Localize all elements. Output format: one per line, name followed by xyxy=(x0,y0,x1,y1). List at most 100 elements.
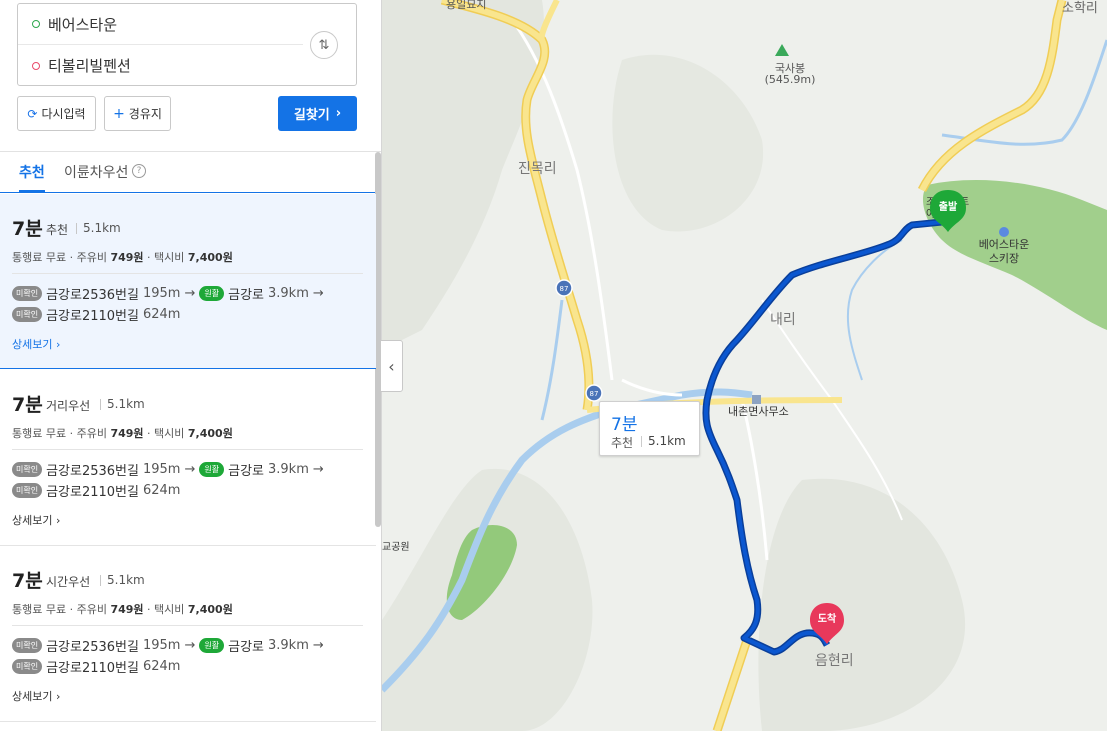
road-segments-line2: 미확인 금강로2110번길 624m xyxy=(12,657,180,676)
chevron-right-icon: › xyxy=(335,106,342,121)
road-segments-line1: 미확인 금강로2536번길 195m → 원활 금강로 3.9km → xyxy=(12,460,324,479)
route-fare: 통행료 무료 · 주유비 749원 · 택시비 7,400원 xyxy=(12,603,233,616)
start-field[interactable]: 베어스타운 xyxy=(18,4,303,45)
start-value: 베어스타운 xyxy=(48,15,118,34)
unverified-badge: 미확인 xyxy=(12,286,43,301)
separator xyxy=(100,575,101,586)
find-route-button[interactable]: 길찾기 › xyxy=(278,96,357,131)
route-type: 추천 xyxy=(46,223,69,237)
route-panel: 베어스타운 티볼리빌펜션 ⇅ ⟳ 다시입력 + 경유지 길찾기 › 추천 이륜차… xyxy=(0,0,382,731)
destination-value: 티볼리빌펜션 xyxy=(48,57,131,75)
stream xyxy=(846,239,903,381)
refresh-icon: ⟳ xyxy=(27,106,38,121)
route-time: 7분 xyxy=(12,394,43,416)
map-label-jinmok: 진목리 xyxy=(518,161,557,177)
separator xyxy=(76,223,77,234)
route-time: 7분 xyxy=(12,570,43,592)
destination-dot-icon xyxy=(32,61,40,70)
road-minor xyxy=(740,399,769,561)
map-view[interactable]: 87 87 용일묘지 소학리 국사봉 (545.9m) 진목리 내리 내촌면사무… xyxy=(382,0,1107,731)
route-87-label: 87 xyxy=(560,285,569,293)
terrain-area xyxy=(612,54,764,232)
tab-two-wheeler[interactable]: 이륜차우선 xyxy=(64,162,128,182)
collapse-panel-button[interactable]: ‹ xyxy=(380,340,403,392)
route-option-tabs: 추천 이륜차우선 ? xyxy=(0,152,376,193)
end-pin-label: 도착 xyxy=(818,612,837,625)
route-distance: 5.1km xyxy=(83,221,121,235)
map-canvas: 87 87 용일묘지 소학리 국사봉 (545.9m) 진목리 내리 내촌면사무… xyxy=(382,0,1107,731)
road-segments-line2: 미확인 금강로2110번길 624m xyxy=(12,481,180,500)
smooth-traffic-badge: 원활 xyxy=(199,286,225,301)
arrow-right-icon: → xyxy=(184,286,196,301)
map-label-office: 내촌면사무소 xyxy=(728,405,789,418)
unverified-badge: 미확인 xyxy=(12,659,43,674)
route-87-label: 87 xyxy=(590,390,599,398)
road-major xyxy=(714,639,750,731)
terrain-area xyxy=(758,478,966,731)
arrow-right-icon: → xyxy=(312,286,324,301)
detail-link[interactable]: 상세보기 › xyxy=(12,512,60,528)
separator xyxy=(100,399,101,410)
road-minor xyxy=(621,378,683,397)
route-input-box: 베어스타운 티볼리빌펜션 ⇅ xyxy=(17,3,357,86)
reset-button[interactable]: ⟳ 다시입력 xyxy=(17,96,96,131)
find-route-label: 길찾기 xyxy=(293,108,330,123)
reset-label: 다시입력 xyxy=(41,107,86,121)
unverified-badge: 미확인 xyxy=(12,638,43,653)
unverified-badge: 미확인 xyxy=(12,307,43,322)
map-label-ski1: 베어스타운 xyxy=(979,238,1030,251)
plus-icon: + xyxy=(113,105,125,122)
chevron-left-icon: ‹ xyxy=(388,356,395,376)
route-type: 시간우선 xyxy=(46,575,91,589)
stream xyxy=(540,299,564,421)
detail-link[interactable]: 상세보기 › xyxy=(12,336,60,352)
tooltip-time: 7분 xyxy=(611,415,638,435)
road-segments-line1: 미확인 금강로2536번길 195m → 원활 금강로 3.9km → xyxy=(12,636,324,655)
separator xyxy=(641,436,642,447)
detail-link[interactable]: 상세보기 › xyxy=(12,688,60,704)
destination-field[interactable]: 티볼리빌펜션 xyxy=(18,45,303,86)
map-label-ski2: 스키장 xyxy=(989,252,1019,265)
tab-recommended[interactable]: 추천 xyxy=(19,162,45,192)
arrow-right-icon: → xyxy=(184,462,196,477)
add-waypoint-button[interactable]: + 경유지 xyxy=(104,96,171,131)
route-distance: 5.1km xyxy=(107,397,145,411)
road-segments-line1: 미확인 금강로2536번길 195m → 원활 금강로 3.9km → xyxy=(12,284,324,303)
map-label-top: 용일묘지 xyxy=(446,0,486,11)
route-card-time[interactable]: 7분 시간우선 5.1km 통행료 무료 · 주유비 749원 · 택시비 7,… xyxy=(0,546,376,722)
office-icon xyxy=(752,395,761,404)
unverified-badge: 미확인 xyxy=(12,462,43,477)
help-icon[interactable]: ? xyxy=(132,164,146,178)
tooltip-type: 추천 xyxy=(611,436,634,450)
map-label-naeri: 내리 xyxy=(770,312,796,328)
start-dot-icon xyxy=(32,20,40,28)
swap-arrows-icon: ⇅ xyxy=(318,37,330,53)
waypoint-label: 경유지 xyxy=(128,107,162,121)
route-summary-tooltip[interactable]: 7분 추천 5.1km xyxy=(599,401,700,456)
route-fare: 통행료 무료 · 주유비 749원 · 택시비 7,400원 xyxy=(12,427,233,440)
road-segments-line2: 미확인 금강로2110번길 624m xyxy=(12,305,180,324)
map-label-sohak: 소학리 xyxy=(1062,1,1098,16)
terrain-area xyxy=(382,468,593,731)
route-card-recommended[interactable]: 7분 추천 5.1km 통행료 무료 · 주유비 749원 · 택시비 7,40… xyxy=(0,194,376,369)
divider xyxy=(12,273,363,274)
divider xyxy=(12,449,363,450)
route-distance: 5.1km xyxy=(107,573,145,587)
map-label-peak-height: (545.9m) xyxy=(765,73,816,86)
divider xyxy=(12,625,363,626)
road-major xyxy=(538,0,560,42)
start-pin-label: 출발 xyxy=(939,200,958,213)
stream xyxy=(941,39,1107,146)
mountain-icon xyxy=(775,44,789,56)
route-type: 거리우선 xyxy=(46,399,91,413)
unverified-badge: 미확인 xyxy=(12,483,43,498)
route-fare: 통행료 무료 · 주유비 749원 · 택시비 7,400원 xyxy=(12,251,233,264)
smooth-traffic-badge: 원활 xyxy=(199,638,225,653)
arrow-right-icon: → xyxy=(312,638,324,653)
arrow-right-icon: → xyxy=(184,638,196,653)
route-card-distance[interactable]: 7분 거리우선 5.1km 통행료 무료 · 주유비 749원 · 택시비 7,… xyxy=(0,370,376,546)
smooth-traffic-badge: 원활 xyxy=(199,462,225,477)
ski-icon xyxy=(999,227,1009,237)
swap-route-button[interactable]: ⇅ xyxy=(310,31,338,59)
map-label-park: 교공원 xyxy=(382,541,410,553)
